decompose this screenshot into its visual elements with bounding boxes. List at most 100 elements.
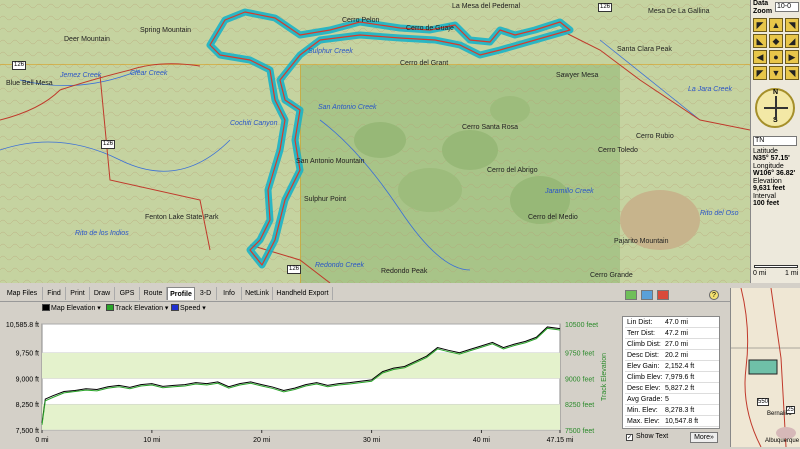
close-profile-icon[interactable] [656, 290, 669, 300]
legend-track-elevation[interactable]: Track Elevation ▾ [106, 304, 168, 314]
tab-route[interactable]: Route [140, 287, 167, 300]
y-tick-label: 10,585.8 ft [6, 322, 39, 329]
pan-up-left-icon[interactable]: ◣ [753, 34, 767, 48]
scale-left-label: 0 mi [753, 270, 767, 277]
pan-down-left-icon[interactable]: ◤ [753, 66, 767, 80]
legend-map-elev-label: Map Elevation [51, 305, 96, 312]
stat-row: Lin Dist: 47.0 mi [625, 318, 719, 328]
stat-value: 5 [665, 396, 669, 403]
place-label: Cerro del Medio [528, 214, 578, 221]
stat-key: Climb Dist: [627, 341, 661, 348]
overview-minimap[interactable]: Bernalillo Albuquerque 550 25 [730, 288, 800, 447]
tab-profile[interactable]: Profile [167, 287, 195, 300]
pan-down-right-icon[interactable]: ◥ [785, 66, 799, 80]
place-label: Mesa De La Gallina [648, 8, 710, 15]
north-reference-select[interactable]: TN [753, 136, 797, 146]
minimap-label: Albuquerque [765, 438, 800, 444]
stat-row: Max. Elev: 10,547.8 ft [625, 417, 719, 427]
place-label: Sulphur Point [304, 196, 347, 203]
zoom-out-icon[interactable]: ◥ [785, 18, 799, 32]
pan-down-icon[interactable]: ▼ [769, 66, 783, 80]
map-elev-swatch [42, 304, 50, 311]
pan-up-right-icon[interactable]: ◢ [785, 34, 799, 48]
place-label: Blue Bell Mesa [6, 80, 53, 87]
y-tick-label: 9,750 ft [16, 351, 39, 358]
more-button[interactable]: More» [690, 432, 718, 443]
stat-value: 10,547.8 ft [665, 418, 699, 425]
creek-label: Clear Creek [130, 70, 168, 77]
elevation-profile-chart[interactable]: 10,585.8 ft 10500 feet 9,750 ft 9750 feet 9,… [0, 316, 620, 447]
topo-map[interactable]: Deer Mountain Spring Mountain Cerro Pelon C… [0, 0, 750, 283]
stat-key: Climb Elev: [627, 374, 663, 381]
creek-label: Rito del Oso [700, 210, 739, 217]
minimap-shield: 550 [757, 398, 770, 406]
x-tick-label: 40 mi [473, 437, 491, 444]
legend-speed-label: Speed [180, 305, 201, 312]
stat-key: Max. Elev: [627, 418, 660, 425]
place-label: Cerro Pelon [342, 17, 380, 24]
tab-handheld-export[interactable]: Handheld Export [273, 287, 333, 300]
scale-bar [754, 265, 798, 268]
minimap-canvas [731, 288, 800, 447]
place-label: Cerro de Guaje [406, 25, 454, 32]
place-label: Redondo Peak [381, 268, 428, 275]
route-shield: 126 [12, 61, 27, 70]
data-label: Data [753, 0, 769, 7]
stat-row: Elev Gain: 2,152.4 ft [625, 362, 719, 372]
y2-tick-label: 10500 feet [565, 322, 598, 329]
stat-value: 47.0 mi [665, 319, 688, 326]
creek-label: Redondo Creek [315, 262, 365, 269]
pan-left-icon[interactable]: ◀ [753, 50, 767, 64]
help-icon[interactable]: ? [709, 290, 719, 300]
pan-right-icon[interactable]: ▶ [785, 50, 799, 64]
route-shield: 126 [101, 140, 116, 149]
place-label: Pajarito Mountain [614, 238, 669, 245]
zoom-in-icon[interactable]: ◤ [753, 18, 767, 32]
route-shield: 126 [287, 265, 302, 274]
x-tick-label: 0 mi [35, 437, 49, 444]
tab-draw[interactable]: Draw [90, 287, 115, 300]
tab-netlink[interactable]: NetLink [242, 287, 273, 300]
tab-info[interactable]: Info [217, 287, 242, 300]
recenter-icon[interactable]: ● [769, 50, 783, 64]
stats-footer: ✓ Show Text More» [622, 431, 720, 445]
y-axis-label: Track Elevation [601, 353, 608, 401]
place-label: Santa Clara Peak [617, 46, 672, 53]
y2-tick-label: 9750 feet [565, 351, 594, 358]
stat-value: 7,979.6 ft [665, 374, 695, 381]
legend-speed[interactable]: Speed ▾ [171, 304, 206, 314]
x-tick-label: 30 mi [363, 437, 381, 444]
scale-right-label: 1 mi [785, 270, 799, 277]
tab-3-d[interactable]: 3-D [195, 287, 217, 300]
elevation-band [42, 352, 560, 379]
y2-tick-label: 7500 feet [565, 428, 594, 435]
legend-map-elevation[interactable]: Map Elevation ▾ [42, 304, 101, 314]
latitude-label: Latitude [753, 148, 778, 155]
stat-key: Min. Elev: [627, 407, 658, 414]
tab-find[interactable]: Find [43, 287, 66, 300]
pan-up-icon[interactable]: ▲ [769, 18, 783, 32]
elevation-band [42, 404, 560, 430]
creek-label: Jemez Creek [60, 72, 102, 79]
copy-icon[interactable] [640, 290, 653, 300]
route-stats-table: Lin Dist: 47.0 mi Terr Dist: 47.2 mi Climb D… [622, 316, 720, 429]
stat-value: 47.2 mi [665, 330, 688, 337]
longitude-label: Longitude [753, 163, 784, 170]
x-tick-label: 20 mi [253, 437, 271, 444]
export-icon[interactable] [625, 290, 637, 300]
tab-map-files[interactable]: Map Files [2, 287, 43, 300]
longitude-value: W106° 36.82' [753, 170, 796, 177]
stat-value: 20.2 mi [665, 352, 688, 359]
interval-label: Interval [753, 193, 776, 200]
place-label: Cerro Grande [590, 272, 633, 279]
tab-gps[interactable]: GPS [115, 287, 140, 300]
y2-tick-label: 9000 feet [565, 376, 594, 383]
compass-rose-icon[interactable]: N S [755, 88, 795, 128]
zoom-center-icon[interactable]: ◆ [769, 34, 783, 48]
zoom-select[interactable]: 10-0 [775, 2, 799, 12]
stat-row: Climb Dist: 27.0 mi [625, 340, 719, 350]
place-label: La Mesa del Pedernal [452, 3, 521, 10]
stat-key: Desc Dist: [627, 352, 659, 359]
tab-print[interactable]: Print [66, 287, 90, 300]
show-text-checkbox[interactable]: ✓ [626, 434, 633, 441]
